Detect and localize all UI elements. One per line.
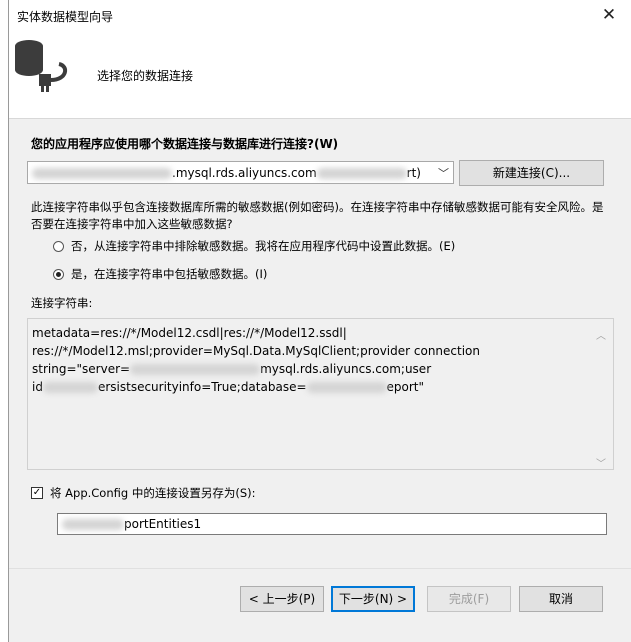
next-button[interactable]: 下一步(N) > (331, 586, 415, 612)
scroll-down-icon[interactable]: ﹀ (596, 455, 606, 470)
save-config-checkbox[interactable]: ✓ (31, 487, 43, 499)
title-bar: 实体数据模型向导 ✕ (9, 0, 631, 30)
radio-exclude-sensitive[interactable]: 否，从连接字符串中排除敏感数据。我将在应用程序代码中设置此数据。(E) (53, 238, 455, 254)
close-icon[interactable]: ✕ (597, 3, 621, 27)
back-button[interactable]: < 上一步(P) (240, 586, 324, 612)
entity-name-input[interactable]: portEntities1 (57, 513, 607, 535)
save-config-checkbox-row[interactable]: ✓ 将 App.Config 中的连接设置另存为(S): (31, 485, 255, 501)
new-connection-button[interactable]: 新建连接(C)... (459, 160, 604, 186)
window-title: 实体数据模型向导 (17, 10, 114, 24)
footer-divider (9, 568, 631, 569)
cancel-button[interactable]: 取消 (519, 586, 603, 612)
connection-dropdown[interactable]: .mysql.rds.aliyuncs.com rt) ﹀ (27, 161, 454, 184)
connection-dropdown-value: .mysql.rds.aliyuncs.com rt) (32, 166, 421, 180)
connection-string-label: 连接字符串: (31, 296, 93, 310)
database-plug-icon (11, 36, 75, 100)
chevron-down-icon[interactable]: ﹀ (438, 165, 449, 181)
radio-include-indicator[interactable] (53, 268, 64, 280)
page-title: 选择您的数据连接 (97, 69, 194, 83)
wizard-header: 选择您的数据连接 (9, 30, 631, 119)
radio-include-sensitive[interactable]: 是，在连接字符串中包括敏感数据。(I) (53, 266, 267, 282)
entity-name-value: portEntities1 (62, 517, 201, 531)
sensitive-data-description: 此连接字符串似乎包含连接数据库所需的敏感数据(例如密码)。在连接字符串中存储敏感… (31, 200, 604, 231)
radio-include-label: 是，在连接字符串中包括敏感数据。(I) (71, 267, 268, 281)
scroll-up-icon[interactable]: ︿ (596, 327, 606, 342)
radio-exclude-indicator[interactable] (53, 240, 64, 252)
finish-button: 完成(F) (427, 586, 511, 612)
entity-data-model-wizard: 实体数据模型向导 ✕ 选择您的数据连接 您的应用程序应使用哪个数据连接与数据库进… (8, 0, 631, 642)
radio-exclude-label: 否，从连接字符串中排除敏感数据。我将在应用程序代码中设置此数据。(E) (71, 239, 456, 253)
save-config-label: 将 App.Config 中的连接设置另存为(S): (50, 486, 256, 500)
connection-string-text: metadata=res://*/Model12.csdl|res://*/Mo… (32, 326, 481, 394)
connection-string-textarea[interactable]: metadata=res://*/Model12.csdl|res://*/Mo… (27, 318, 614, 470)
connection-question: 您的应用程序应使用哪个数据连接与数据库进行连接?(W) (31, 137, 339, 151)
